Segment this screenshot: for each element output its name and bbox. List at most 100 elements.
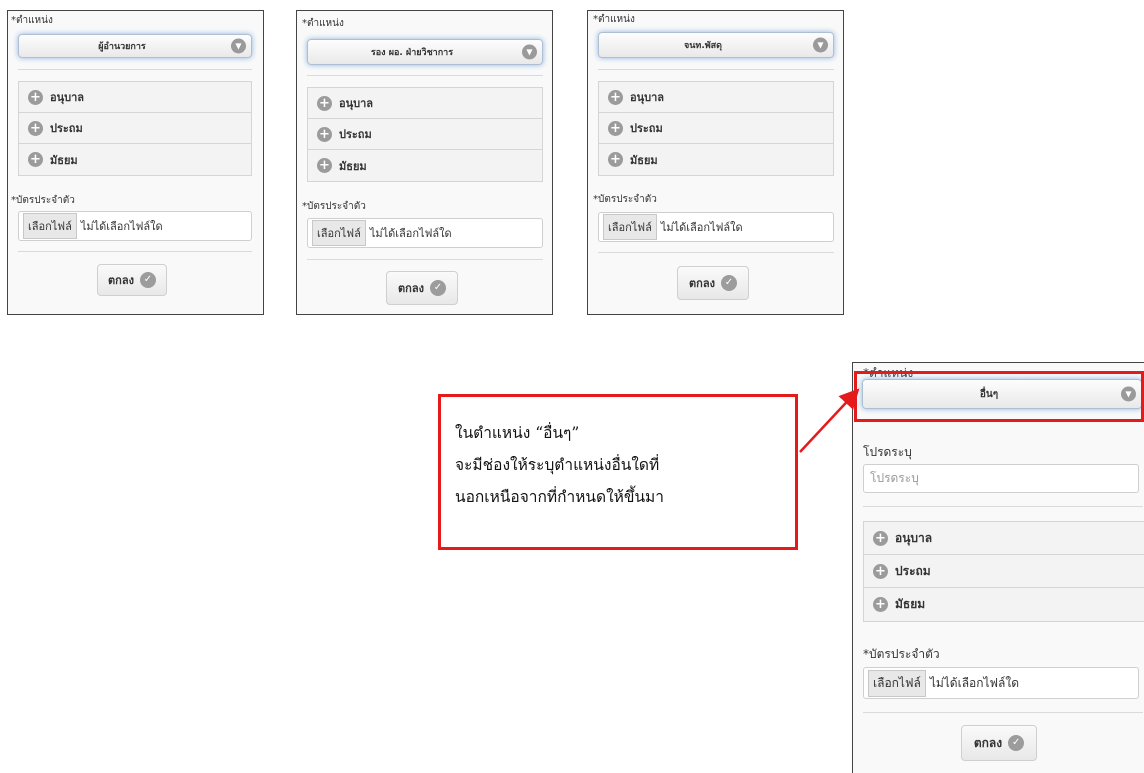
divider	[307, 75, 543, 76]
file-status: ไม่ได้เลือกไฟล์ใด	[80, 220, 163, 233]
divider	[863, 712, 1143, 713]
choose-file-button[interactable]: เลือกไฟล์	[23, 213, 77, 239]
id-card-label: *บัตรประจำตัว	[11, 195, 75, 206]
divider	[18, 251, 252, 252]
level-accordion: + อนุบาล + ประถม + มัธยม	[307, 87, 543, 182]
position-select[interactable]: จนท.พัสดุ ▼	[598, 32, 834, 58]
accordion-item-label: มัธยม	[895, 597, 926, 611]
level-accordion: + อนุบาล + ประถม + มัธยม	[18, 81, 252, 176]
specify-input[interactable]: โปรดระบุ	[863, 464, 1139, 493]
accordion-item-kindergarten[interactable]: + อนุบาล	[599, 82, 833, 113]
id-card-file-input[interactable]: เลือกไฟล์ ไม่ได้เลือกไฟล์ใด	[598, 212, 834, 242]
form-panel-supply-officer: *ตำแหน่ง จนท.พัสดุ ▼ + อนุบาล + ประถม + มัธ…	[587, 10, 844, 315]
accordion-item-secondary[interactable]: + มัธยม	[864, 588, 1144, 621]
callout-line-2: จะมีช่องให้ระบุตำแหน่งอื่นใดที่	[455, 456, 660, 474]
position-select-value: ผู้อำนวยการ	[98, 42, 146, 52]
id-card-label: *บัตรประจำตัว	[863, 647, 940, 661]
specify-placeholder: โปรดระบุ	[870, 471, 919, 485]
plus-circle-icon: +	[608, 120, 623, 136]
plus-circle-icon: +	[608, 152, 623, 167]
accordion-item-label: ประถม	[339, 128, 372, 141]
accordion-item-label: อนุบาล	[895, 530, 933, 545]
plus-circle-icon: +	[28, 120, 43, 136]
chevron-down-icon: ▼	[813, 37, 828, 53]
id-card-file-input[interactable]: เลือกไฟล์ ไม่ได้เลือกไฟล์ใด	[18, 211, 252, 241]
choose-file-button[interactable]: เลือกไฟล์	[603, 214, 657, 240]
check-circle-icon: ✓	[720, 275, 737, 291]
highlight-box	[854, 371, 1144, 422]
check-circle-icon: ✓	[429, 280, 446, 296]
ok-button[interactable]: ตกลง ✓	[386, 271, 458, 305]
specify-label: โปรดระบุ	[863, 445, 912, 459]
position-select[interactable]: ผู้อำนวยการ ▼	[18, 34, 252, 58]
check-circle-icon: ✓	[139, 272, 156, 288]
accordion-item-label: อนุบาล	[630, 91, 665, 104]
accordion-item-kindergarten[interactable]: + อนุบาล	[864, 522, 1144, 555]
plus-circle-icon: +	[608, 89, 623, 105]
position-label: *ตำแหน่ง	[593, 14, 635, 25]
accordion-item-secondary[interactable]: + มัธยม	[308, 150, 542, 181]
position-label: *ตำแหน่ง	[11, 15, 53, 26]
ok-button[interactable]: ตกลง ✓	[97, 264, 167, 296]
ok-button-label: ตกลง	[398, 282, 424, 295]
accordion-item-label: ประถม	[630, 122, 663, 135]
divider	[598, 69, 834, 70]
accordion-item-secondary[interactable]: + มัธยม	[19, 144, 251, 175]
accordion-item-label: มัธยม	[50, 153, 78, 167]
divider	[598, 252, 834, 253]
level-accordion: + อนุบาล + ประถม + มัธยม	[598, 81, 834, 176]
choose-file-button[interactable]: เลือกไฟล์	[312, 220, 366, 246]
accordion-item-kindergarten[interactable]: + อนุบาล	[19, 82, 251, 113]
accordion-item-kindergarten[interactable]: + อนุบาล	[308, 88, 542, 119]
plus-circle-icon: +	[317, 126, 332, 142]
position-select-value: จนท.พัสดุ	[683, 41, 723, 51]
plus-circle-icon: +	[28, 89, 43, 105]
plus-circle-icon: +	[873, 530, 888, 546]
id-card-file-input[interactable]: เลือกไฟล์ ไม่ได้เลือกไฟล์ใด	[863, 667, 1139, 699]
accordion-item-secondary[interactable]: + มัธยม	[599, 144, 833, 175]
accordion-item-label: ประถม	[50, 122, 83, 135]
file-status: ไม่ได้เลือกไฟล์ใด	[369, 227, 452, 240]
form-panel-deputy-academic: *ตำแหน่ง รอง ผอ. ฝ่ายวิชาการ ▼ + อนุบาล +…	[296, 10, 553, 315]
ok-button-label: ตกลง	[973, 735, 1003, 750]
plus-circle-icon: +	[317, 158, 332, 173]
ok-button[interactable]: ตกลง ✓	[961, 725, 1037, 761]
id-card-label: *บัตรประจำตัว	[302, 201, 366, 212]
id-card-label: *บัตรประจำตัว	[593, 194, 657, 205]
position-select-value: รอง ผอ. ฝ่ายวิชาการ	[370, 48, 454, 58]
accordion-item-primary[interactable]: + ประถม	[599, 113, 833, 144]
form-panel-others: *ตำแหน่ง อื่นๆ ▼ โปรดระบุ โปรดระบุ + อนุบ…	[852, 362, 1144, 773]
divider	[863, 506, 1143, 507]
divider	[18, 69, 252, 70]
file-status: ไม่ได้เลือกไฟล์ใด	[929, 675, 1020, 690]
divider	[307, 259, 543, 260]
check-circle-icon: ✓	[1008, 735, 1025, 751]
accordion-item-label: อนุบาล	[50, 91, 85, 104]
position-label: *ตำแหน่ง	[302, 18, 344, 29]
annotation-callout: ในตำแหน่ง “อื่นๆ” จะมีช่องให้ระบุตำแหน่ง…	[438, 394, 798, 550]
ok-button-label: ตกลง	[108, 274, 134, 287]
chevron-down-icon: ▼	[522, 44, 537, 60]
plus-circle-icon: +	[317, 95, 332, 111]
choose-file-button[interactable]: เลือกไฟล์	[868, 669, 926, 697]
ok-button[interactable]: ตกลง ✓	[677, 266, 749, 300]
callout-line-3: นอกเหนือจากที่กำหนดให้ขึ้นมา	[455, 488, 664, 506]
accordion-item-primary[interactable]: + ประถม	[308, 119, 542, 150]
plus-circle-icon: +	[28, 152, 43, 167]
accordion-item-label: มัธยม	[339, 159, 367, 173]
accordion-item-label: มัธยม	[630, 153, 658, 167]
file-status: ไม่ได้เลือกไฟล์ใด	[660, 221, 743, 234]
position-select[interactable]: รอง ผอ. ฝ่ายวิชาการ ▼	[307, 39, 543, 65]
accordion-item-primary[interactable]: + ประถม	[864, 555, 1144, 588]
accordion-item-label: อนุบาล	[339, 97, 374, 110]
callout-line-1: ในตำแหน่ง “อื่นๆ”	[455, 424, 580, 442]
accordion-item-label: ประถม	[895, 563, 931, 578]
id-card-file-input[interactable]: เลือกไฟล์ ไม่ได้เลือกไฟล์ใด	[307, 218, 543, 248]
plus-circle-icon: +	[873, 563, 888, 579]
chevron-down-icon: ▼	[231, 38, 246, 54]
level-accordion: + อนุบาล + ประถม + มัธยม	[863, 521, 1144, 622]
ok-button-label: ตกลง	[689, 277, 715, 290]
accordion-item-primary[interactable]: + ประถม	[19, 113, 251, 144]
plus-circle-icon: +	[873, 597, 888, 612]
form-panel-director: *ตำแหน่ง ผู้อำนวยการ ▼ + อนุบาล + ประถม + ม…	[7, 10, 264, 315]
